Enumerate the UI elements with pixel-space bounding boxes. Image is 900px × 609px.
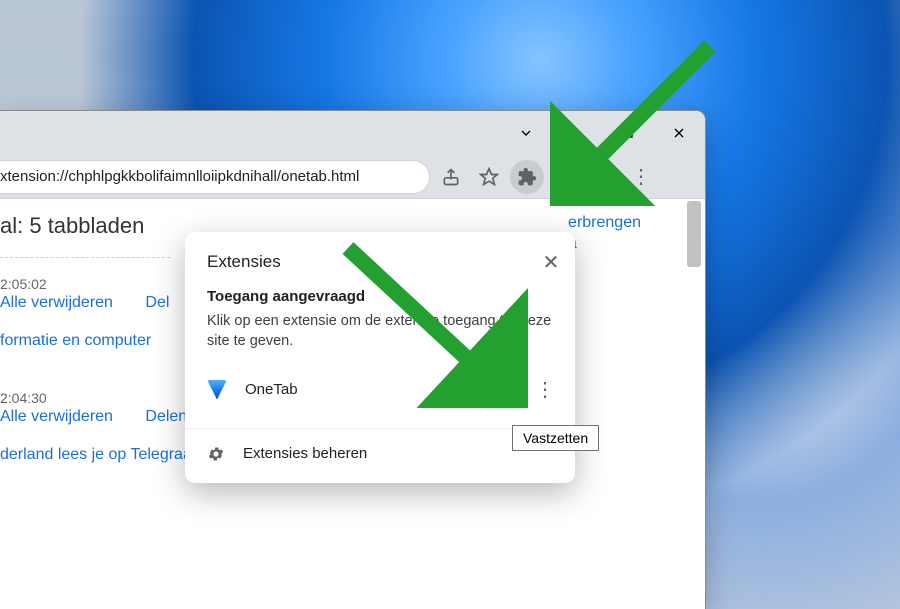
link-delete-all-1[interactable]: Alle verwijderen xyxy=(0,294,113,311)
link-fragment[interactable]: erbrengen xyxy=(568,213,641,234)
onetab-icon xyxy=(207,380,227,400)
annotation-arrow-2 xyxy=(328,238,528,408)
pin-tooltip: Vastzetten xyxy=(512,425,599,451)
link-telegraaf[interactable]: derland lees je op Telegraaf.nl xyxy=(0,446,213,463)
manage-extensions-label: Extensies beheren xyxy=(243,445,367,462)
address-bar[interactable]: xtension://chphlpgkkbolifaimnlloiipkdnih… xyxy=(0,160,430,194)
annotation-arrow-1 xyxy=(550,36,730,206)
tooltip-text: Vastzetten xyxy=(523,430,588,446)
extensions-puzzle-icon[interactable] xyxy=(510,160,544,194)
gear-icon xyxy=(207,445,225,463)
link-info-computer[interactable]: formatie en computer xyxy=(0,332,151,349)
link-delete-all-2[interactable]: Alle verwijderen xyxy=(0,408,113,425)
url-text: xtension://chphlpgkkbolifaimnlloiipkdnih… xyxy=(0,168,359,185)
link-fragment-tail[interactable]: a xyxy=(568,234,641,255)
bookmark-star-icon[interactable] xyxy=(472,160,506,194)
tab-search-chevron-icon[interactable] xyxy=(510,115,543,151)
popup-title: Extensies xyxy=(207,252,281,272)
link-fragment-delen: Del xyxy=(145,294,169,311)
extension-more-icon[interactable]: ⋮ xyxy=(525,370,565,410)
popup-close-icon[interactable]: ✕ xyxy=(539,250,563,274)
scrollbar-thumb[interactable] xyxy=(687,201,701,267)
share-icon[interactable] xyxy=(434,160,468,194)
